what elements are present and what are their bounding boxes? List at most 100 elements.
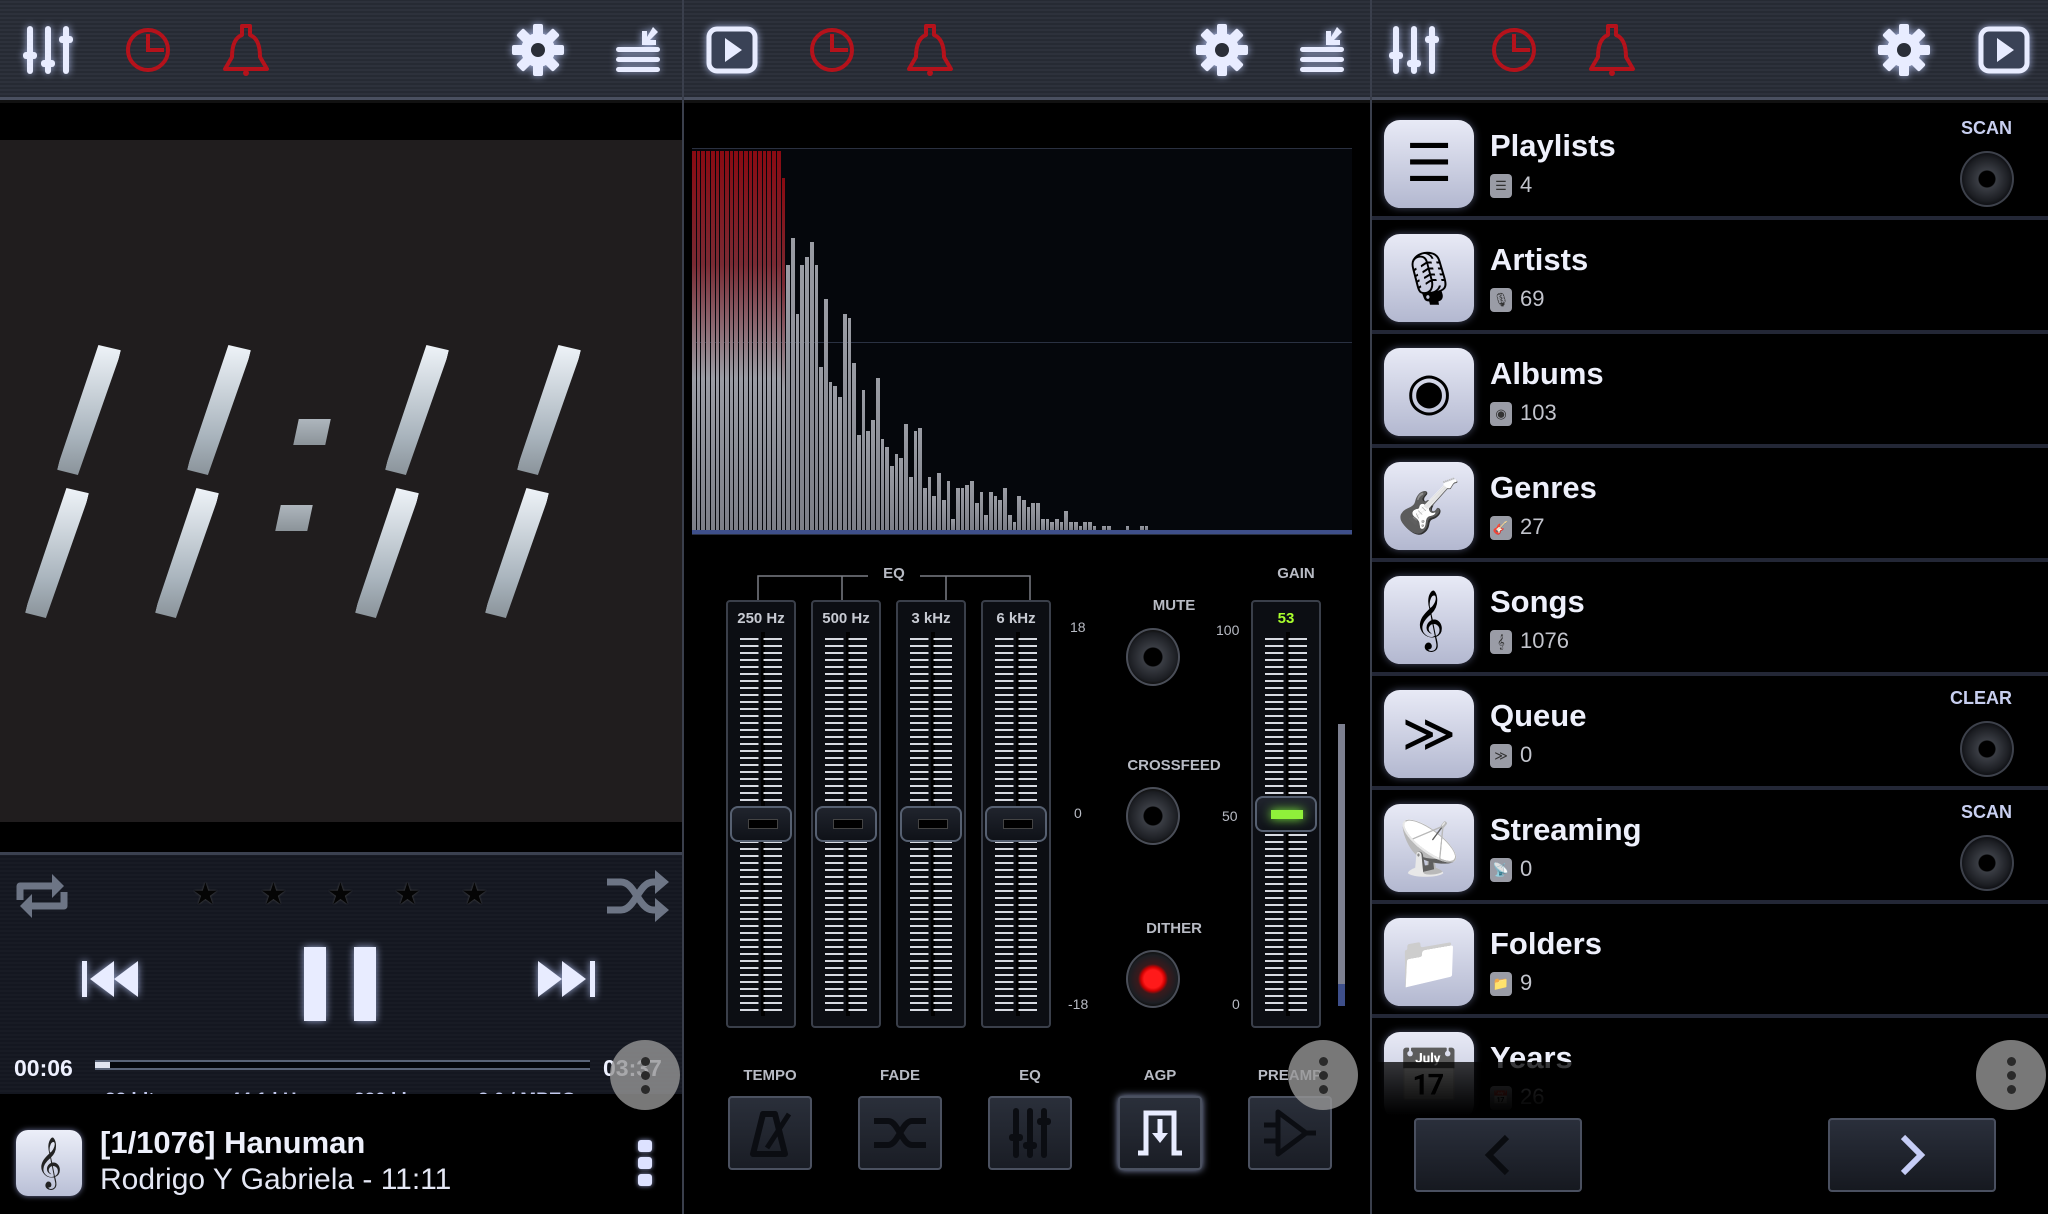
eq-band-handle[interactable]: [985, 806, 1047, 842]
effect-button-tempo[interactable]: [728, 1096, 812, 1170]
rating-star-2[interactable]: ★: [260, 877, 287, 912]
eq-band-handle[interactable]: [730, 806, 792, 842]
spectrum-bar: [974, 503, 979, 530]
alarm-icon[interactable]: [218, 22, 274, 78]
eq-band-slider[interactable]: 6 kHz: [981, 600, 1051, 1028]
spectrum-bar: [885, 446, 889, 530]
effect-label: TEMPO: [743, 1067, 797, 1084]
library-item-count: 1076: [1520, 628, 1569, 653]
now-playing-thumbnail[interactable]: 𝄞: [16, 1130, 82, 1196]
overflow-menu-button[interactable]: [1976, 1040, 2046, 1110]
library-item-count: 27: [1520, 514, 1545, 539]
equalizer-icon[interactable]: [20, 22, 76, 78]
library-item-playlists[interactable]: ☰ Playlists ☰ 4 SCAN: [1372, 106, 2048, 220]
now-playing-icon[interactable]: [1976, 22, 2032, 78]
eq-band-label: 3 kHz: [911, 610, 951, 627]
spectrum-bar: [748, 151, 753, 530]
library-toolbar: [1372, 0, 2048, 100]
track-menu-button[interactable]: [638, 1140, 652, 1186]
library-item-genres[interactable]: 🎸 Genres 🎸 27: [1372, 448, 2048, 562]
spectrum-bar: [725, 151, 729, 530]
disc-icon: ◉: [1384, 348, 1474, 436]
rating-star-4[interactable]: ★: [394, 877, 421, 912]
effect-button-agp[interactable]: [1118, 1096, 1202, 1170]
agp-icon: [1134, 1107, 1186, 1159]
spectrum-bar: [1144, 526, 1149, 530]
previous-page-button[interactable]: [1414, 1118, 1582, 1192]
effect-button-fade[interactable]: [858, 1096, 942, 1170]
album-art[interactable]: [0, 140, 682, 954]
crossfeed-toggle[interactable]: [1126, 787, 1180, 845]
spectrum-bar: [809, 241, 814, 530]
effect-button-eq[interactable]: [988, 1096, 1072, 1170]
library-clear-button[interactable]: [1960, 721, 2014, 777]
settings-icon[interactable]: [1194, 22, 1250, 78]
overflow-menu-button[interactable]: [1288, 1040, 1358, 1110]
library-item-queue[interactable]: ≫ Queue ≫ 0 CLEAR: [1372, 676, 2048, 790]
equalizer-icon: [1008, 1106, 1052, 1160]
sleep-timer-icon[interactable]: [1486, 22, 1542, 78]
gain-slider-handle[interactable]: [1255, 795, 1317, 832]
spectrum-bar: [937, 473, 941, 530]
rating-star-3[interactable]: ★: [327, 877, 354, 912]
next-page-button[interactable]: [1828, 1118, 1996, 1192]
library-item-title: Queue: [1490, 698, 1587, 733]
shuffle-button[interactable]: [605, 870, 671, 922]
spectrum-bar: [1055, 518, 1059, 530]
previous-track-button[interactable]: [82, 961, 144, 997]
settings-icon[interactable]: [1876, 22, 1932, 78]
now-playing-icon[interactable]: [704, 22, 760, 78]
eq-band-handle[interactable]: [900, 806, 962, 842]
spectrum-bar: [1069, 522, 1073, 530]
library-scan-button[interactable]: [1960, 151, 2014, 207]
spectrum-bar: [715, 151, 720, 530]
library-item-folders[interactable]: 📁 Folders 📁 9: [1372, 904, 2048, 1018]
treble-clef-badge-icon: 𝄞: [1490, 630, 1512, 654]
gain-readout: 53: [1277, 610, 1295, 627]
settings-icon[interactable]: [510, 22, 566, 78]
spectrum-bar: [894, 454, 899, 530]
library-item-artists[interactable]: 🎙 Artists 🎙 69: [1372, 220, 2048, 334]
dither-toggle[interactable]: [1126, 950, 1180, 1008]
eq-band-label: 6 kHz: [996, 610, 1036, 627]
spectrum-bar: [890, 465, 894, 530]
library-item-streaming[interactable]: 📡 Streaming 📡 0 SCAN: [1372, 790, 2048, 904]
queue-icon[interactable]: [610, 22, 666, 78]
seek-bar[interactable]: [95, 1060, 590, 1070]
spectrum-bar: [767, 151, 772, 530]
library-item-count: 0: [1520, 742, 1533, 767]
repeat-button[interactable]: [12, 870, 72, 922]
eq-group-label: EQ: [883, 565, 905, 582]
eq-band-slider[interactable]: 250 Hz: [726, 600, 796, 1028]
spectrum-bar: [899, 458, 904, 530]
equalizer-icon[interactable]: [1386, 22, 1442, 78]
mute-toggle[interactable]: [1126, 628, 1180, 686]
alarm-icon[interactable]: [1584, 22, 1640, 78]
overflow-menu-button[interactable]: [610, 1040, 680, 1110]
sleep-timer-icon[interactable]: [120, 22, 176, 78]
spectrum-bar: [927, 476, 932, 530]
rating-star-1[interactable]: ★: [192, 877, 219, 912]
gain-slider[interactable]: 53: [1251, 600, 1321, 1028]
sleep-timer-icon[interactable]: [804, 22, 860, 78]
library-item-title: Albums: [1490, 356, 1604, 391]
treble-clef-icon: 𝄞: [1384, 576, 1474, 664]
pause-button[interactable]: [304, 947, 380, 1021]
eq-band-slider[interactable]: 500 Hz: [811, 600, 881, 1028]
queue-icon[interactable]: [1294, 22, 1350, 78]
spectrum-bar: [833, 385, 838, 530]
spectrum-bar: [1022, 499, 1026, 530]
library-item-albums[interactable]: ◉ Albums ◉ 103: [1372, 334, 2048, 448]
spectrum-bar: [1026, 507, 1031, 530]
spectrum-bar: [998, 499, 1003, 530]
rating-star-5[interactable]: ★: [461, 877, 488, 912]
spectrum-bar: [838, 397, 842, 530]
eq-band-slider[interactable]: 3 kHz: [896, 600, 966, 1028]
next-track-button[interactable]: [538, 961, 600, 997]
eq-band-handle[interactable]: [815, 806, 877, 842]
spectrum-baseline: [692, 530, 1352, 534]
library-item-songs[interactable]: 𝄞 Songs 𝄞 1076: [1372, 562, 2048, 676]
library-scan-button[interactable]: [1960, 835, 2014, 891]
library-item-title: Songs: [1490, 584, 1585, 619]
alarm-icon[interactable]: [902, 22, 958, 78]
